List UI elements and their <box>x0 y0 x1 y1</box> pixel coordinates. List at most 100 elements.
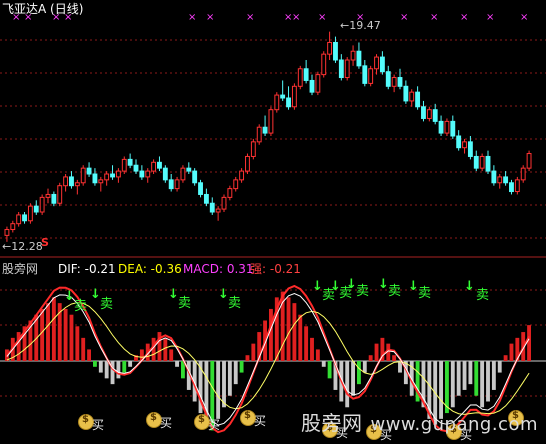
candle-body <box>462 141 467 149</box>
candle-body <box>438 120 444 134</box>
candle-body <box>180 167 186 181</box>
macd-bar <box>509 343 514 361</box>
macd-bar <box>175 361 179 367</box>
low-price-label: ←12.28 <box>2 240 43 253</box>
candle-body <box>92 173 98 184</box>
macd-bar <box>392 355 397 361</box>
macd-bar <box>345 361 350 408</box>
candle-body <box>51 193 57 204</box>
macd-bar <box>169 349 174 361</box>
candle-body <box>198 182 203 195</box>
indicator-name: 股旁网 <box>2 262 39 276</box>
candle-body <box>338 59 344 79</box>
candle-body <box>209 202 215 213</box>
candle-body <box>350 50 356 61</box>
macd-bar <box>368 355 373 361</box>
watermark-name: 股旁网 <box>300 411 363 435</box>
chart-canvas[interactable]: × × × × × × × × × × × × × × × × <box>0 0 546 444</box>
macd-bar <box>362 361 367 373</box>
macd-readout: MACD: 0.31 <box>183 262 254 276</box>
macd-bar <box>40 308 45 361</box>
candle-body <box>374 56 379 70</box>
candle-body <box>321 53 327 76</box>
sell-signal: 卖 <box>418 286 432 301</box>
candle-body <box>27 205 33 222</box>
candle-body <box>104 173 110 181</box>
macd-bar <box>474 361 479 396</box>
candle-body <box>233 179 239 190</box>
candle-body <box>227 188 233 198</box>
candle-body <box>421 106 426 119</box>
x-marker: × <box>430 12 438 23</box>
macd-bar <box>87 349 91 361</box>
high-price-value: 19.47 <box>349 19 381 32</box>
candle-body <box>385 71 391 87</box>
candle-body <box>479 155 485 169</box>
candle-body <box>16 214 22 225</box>
candle-body <box>33 205 39 213</box>
candle-body <box>403 85 409 102</box>
candle-body <box>121 158 127 172</box>
candle-body <box>239 170 245 181</box>
macd-bar <box>239 361 244 373</box>
macd-bar <box>480 361 485 408</box>
macd-bar <box>357 361 361 385</box>
candle-body <box>291 85 297 108</box>
candle-body <box>409 91 415 102</box>
macd-bar <box>104 361 109 379</box>
qiang-readout: 强: -0.21 <box>250 262 301 276</box>
x-marker: × <box>400 12 408 23</box>
candle-body <box>426 109 432 119</box>
dea-line <box>6 302 530 415</box>
candle-body <box>432 109 438 122</box>
candle-body <box>368 68 374 84</box>
candle-body <box>69 176 74 187</box>
candle-body <box>280 94 286 99</box>
macd-bar <box>374 343 379 361</box>
sell-signal: 卖 <box>388 284 402 299</box>
candle-body <box>514 179 520 193</box>
candle-body <box>57 185 63 204</box>
macd-bar <box>122 361 127 373</box>
x-marker: × <box>520 12 528 23</box>
candle-body <box>444 120 450 134</box>
candle-body <box>203 193 209 204</box>
macd-bar <box>222 361 226 408</box>
sell-signal: 卖 <box>74 299 88 314</box>
macd-bar <box>491 361 496 390</box>
candle-body <box>303 68 309 81</box>
candle-body <box>10 223 16 231</box>
macd-bar <box>157 332 162 361</box>
dea-readout: DEA: -0.36 <box>118 262 182 276</box>
candle-body <box>45 193 51 198</box>
macd-bar <box>116 361 121 379</box>
watermark-url: www.gupang.com <box>370 414 538 435</box>
macd-bar <box>75 326 80 361</box>
macd-bar <box>63 308 68 361</box>
candle-body <box>262 126 268 134</box>
candle-body <box>379 56 385 73</box>
candle-body <box>309 79 315 93</box>
x-marker: × <box>206 12 214 23</box>
candle-body <box>86 167 92 175</box>
macd-bar <box>69 314 74 361</box>
x-marker: × <box>292 12 300 23</box>
candle-body <box>245 155 250 172</box>
candle-body <box>133 164 139 172</box>
macd-bar <box>51 297 56 361</box>
candle-body <box>485 155 491 172</box>
candle-body <box>286 97 291 108</box>
macd-bar <box>292 303 297 361</box>
macd-bar <box>450 361 455 408</box>
high-price-label: ←19.47 <box>340 19 381 32</box>
candle-body <box>127 158 133 166</box>
candle-body <box>151 161 157 172</box>
candle-body <box>274 94 280 111</box>
candle-body <box>256 126 262 143</box>
candle-body <box>39 196 45 213</box>
candle-body <box>139 170 145 178</box>
x-marker: × <box>486 12 494 23</box>
macd-bar <box>93 361 97 367</box>
macd-bar <box>251 343 256 361</box>
candle-body <box>520 167 526 181</box>
